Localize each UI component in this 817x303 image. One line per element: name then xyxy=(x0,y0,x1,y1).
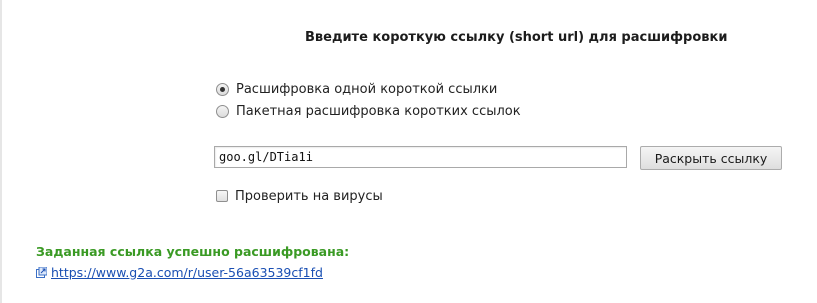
external-link-icon xyxy=(36,266,47,278)
radio-option-batch[interactable]: Пакетная расшифровка коротких ссылок xyxy=(216,103,521,119)
radio-label-single: Расшифровка одной короткой ссылки xyxy=(236,81,498,97)
virus-check-option[interactable]: Проверить на вирусы xyxy=(216,188,383,204)
expand-link-button[interactable]: Раскрыть ссылку xyxy=(640,146,782,170)
short-url-input[interactable] xyxy=(214,146,627,168)
page-heading: Введите короткую ссылку (short url) для … xyxy=(305,30,728,45)
left-frame-border xyxy=(0,0,2,303)
radio-button-batch[interactable] xyxy=(216,104,229,118)
result-status-text: Заданная ссылка успешно расшифрована: xyxy=(36,244,350,259)
radio-button-single[interactable] xyxy=(216,82,229,96)
virus-check-label: Проверить на вирусы xyxy=(235,188,383,204)
radio-label-batch: Пакетная расшифровка коротких ссылок xyxy=(236,103,521,119)
radio-option-single[interactable]: Расшифровка одной короткой ссылки xyxy=(216,81,497,97)
result-link[interactable]: https://www.g2a.com/r/user-56a63539cf1fd xyxy=(51,265,323,280)
virus-check-checkbox[interactable] xyxy=(216,190,228,202)
result-link-row: https://www.g2a.com/r/user-56a63539cf1fd xyxy=(36,264,323,280)
